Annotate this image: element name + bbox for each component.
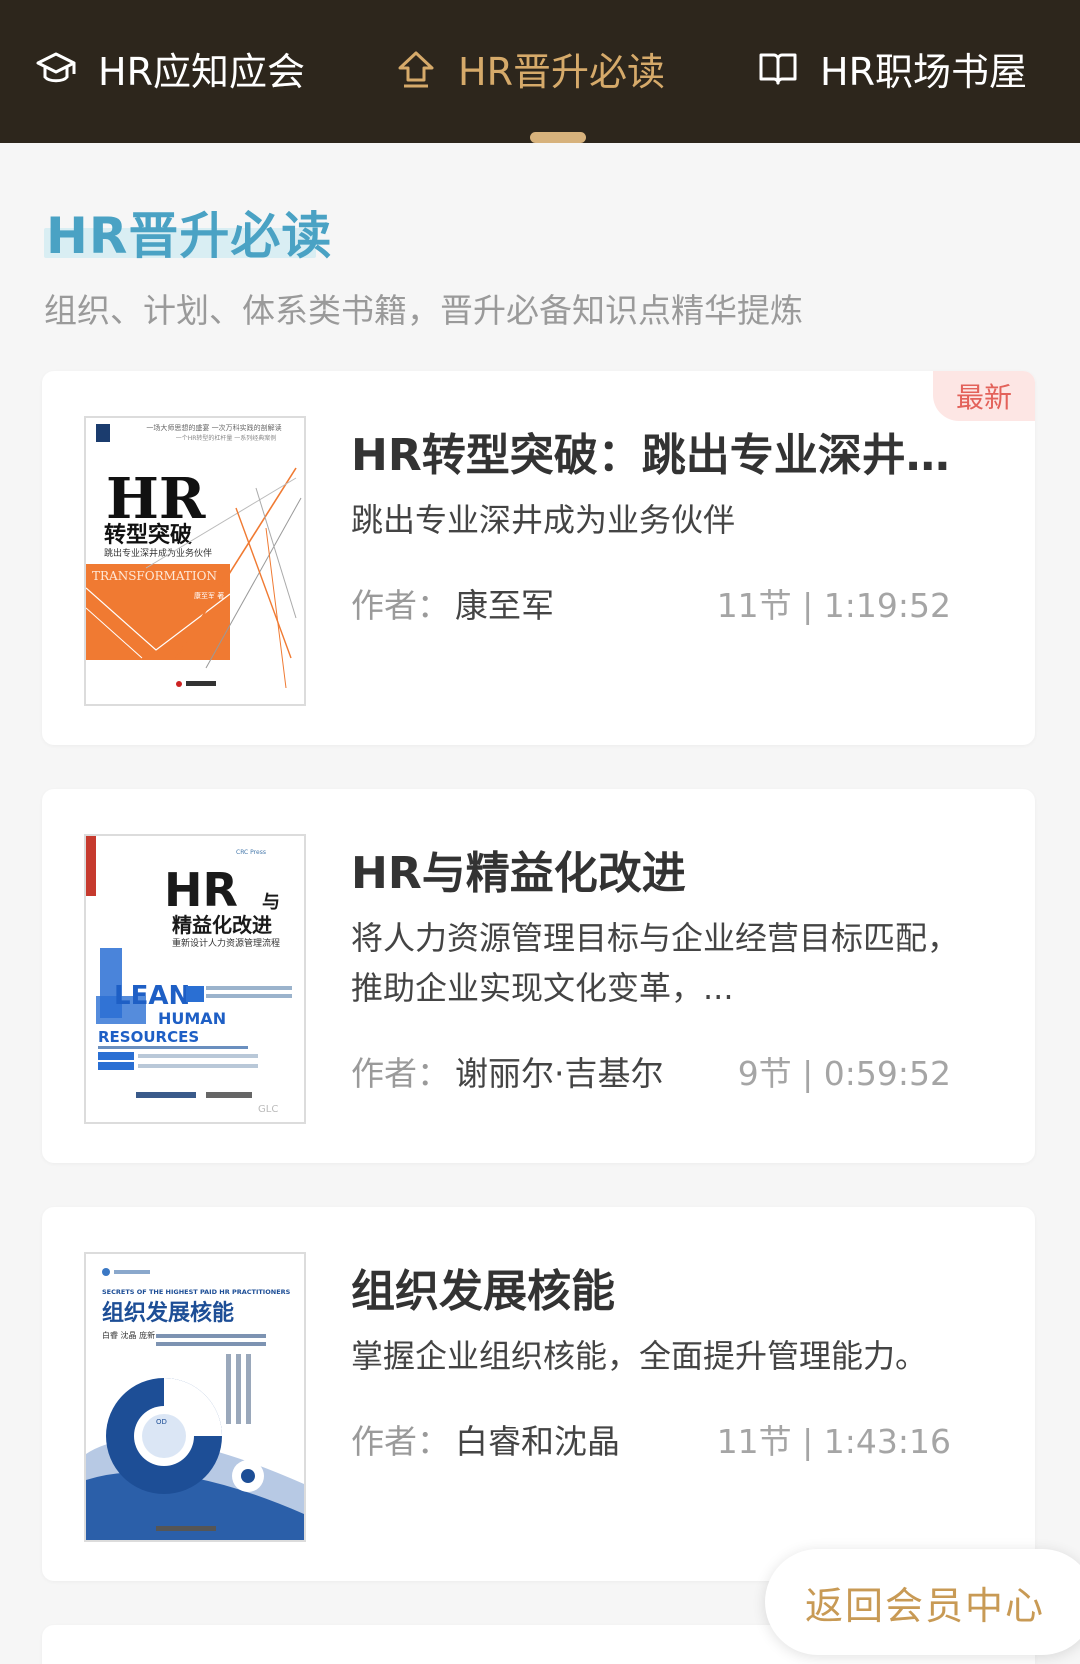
book-title: HR转型突破：跳出专业深井成为业务伙伴: [351, 430, 951, 481]
book-meta: 作者： 谢丽尔·吉基尔 9节 | 0:59:52: [351, 1047, 951, 1093]
cover-title: 精益化改进: [172, 913, 272, 937]
book-icon: [756, 46, 800, 90]
book-title: 组织发展核能: [351, 1266, 615, 1317]
cover-subtitle: 跳出专业深井成为业务伙伴: [104, 547, 212, 559]
book-card[interactable]: SECRETS OF THE HIGHEST PAID HR PRACTITIO…: [42, 1207, 1035, 1581]
tab-hr-bookstore[interactable]: HR职场书屋: [756, 38, 1027, 98]
cover-author: 康至军 著: [194, 591, 224, 600]
book-description: 将人力资源管理目标与企业经营目标匹配，推助企业实现文化变革，...: [351, 919, 960, 1007]
return-member-center-button[interactable]: 返回会员中心: [765, 1549, 1080, 1655]
tab-label: HR职场书屋: [820, 49, 1027, 94]
cover-authors: 白睿 沈晶 庞新: [102, 1330, 155, 1340]
cover-banner-text: TRANSFORMATION: [92, 569, 217, 583]
book-card[interactable]: CRC Press HR 与 精益化改进 重新设计人力资源管理流程 LEAN H…: [42, 789, 1035, 1163]
cover-lean-text: LEAN: [114, 981, 190, 1011]
cover-eyebrow: SECRETS OF THE HIGHEST PAID HR PRACTITIO…: [102, 1288, 291, 1296]
cover-big-text: HR: [164, 863, 238, 917]
lesson-stats: 11节 | 1:43:16: [716, 1422, 951, 1461]
author-name: 白睿和沈晶: [455, 1422, 620, 1461]
lesson-stats: 11节 | 1:19:52: [716, 586, 951, 625]
new-badge: 最新: [933, 371, 1035, 421]
top-tab-bar: HR应知应会 HR晋升必读 HR职场书屋: [0, 0, 1080, 143]
book-description: 跳出专业深井成为业务伙伴: [351, 501, 736, 539]
author-label: 作者：: [351, 1422, 450, 1461]
book-meta: 作者： 白睿和沈晶 11节 | 1:43:16: [351, 1415, 951, 1461]
cover-top-text: 一场大师思想的盛宴 一次万科实践的剖解读: [146, 423, 281, 432]
cover-and-text: 与: [262, 892, 280, 913]
graduation-cap-icon: [34, 46, 78, 90]
tab-hr-knowledge[interactable]: HR应知应会: [34, 38, 305, 98]
cover-resources-text: RESOURCES: [98, 1028, 199, 1046]
author-name: 康至军: [455, 586, 554, 625]
tab-hr-promotion[interactable]: HR晋升必读: [394, 38, 665, 98]
book-cover: 一场大师思想的盛宴 一次万科实践的剖解读 一个HR转型的杠杆量 一系列经典案例 …: [84, 416, 306, 706]
active-tab-indicator: [530, 132, 586, 143]
publisher-logo: [96, 424, 110, 442]
tab-label: HR应知应会: [98, 49, 305, 94]
section-subtitle: 组织、计划、体系类书籍，晋升必备知识点精华提炼: [44, 291, 803, 330]
book-card[interactable]: 最新 一场大师思想的盛宴 一次万科实践的剖解读 一个HR转型的杠杆量 一系列经典…: [42, 371, 1035, 745]
svg-text:CRC Press: CRC Press: [236, 849, 266, 856]
cover-title: 组织发展核能: [102, 1300, 234, 1326]
arrow-up-icon: [394, 46, 438, 90]
cover-top-text: 一个HR转型的杠杆量 一系列经典案例: [176, 434, 277, 442]
author-label: 作者：: [351, 586, 450, 625]
cover-human-text: HUMAN: [158, 1009, 226, 1028]
lesson-stats: 9节 | 0:59:52: [737, 1054, 951, 1093]
cover-title: 转型突破: [104, 522, 192, 548]
author-label: 作者：: [351, 1054, 450, 1093]
author-name: 谢丽尔·吉基尔: [455, 1054, 664, 1093]
cover-subtitle: 重新设计人力资源管理流程: [172, 937, 280, 949]
section-title: HR晋升必读: [46, 207, 333, 265]
cover-od-text: OD: [156, 1418, 167, 1426]
book-cover: SECRETS OF THE HIGHEST PAID HR PRACTITIO…: [84, 1252, 306, 1542]
book-cover: CRC Press HR 与 精益化改进 重新设计人力资源管理流程 LEAN H…: [84, 834, 306, 1124]
tab-label: HR晋升必读: [458, 49, 665, 94]
svg-text:GLC: GLC: [258, 1104, 278, 1115]
book-meta: 作者： 康至军 11节 | 1:19:52: [351, 579, 951, 625]
book-description: 掌握企业组织核能，全面提升管理能力。: [351, 1337, 928, 1375]
book-title: HR与精益化改进: [351, 848, 686, 899]
